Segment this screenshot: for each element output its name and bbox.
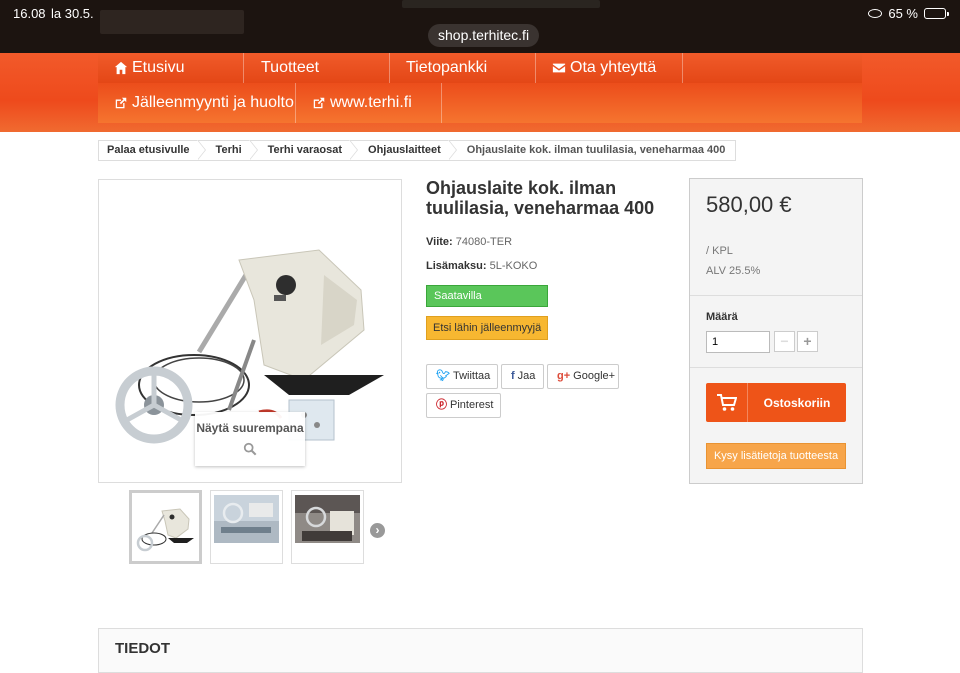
nav-label: Jälleenmyynti ja huolto [132,94,294,111]
thumbnail-3[interactable] [291,490,364,564]
thumbnail-1[interactable] [129,490,202,564]
site-logo-shadow [100,10,244,34]
twitter-share-label: Twiittaa [452,370,491,382]
nav-item-tietopankki[interactable]: Tietopankki [390,53,536,83]
reference-label: Viite: [426,236,453,248]
twitter-share-button[interactable]: 🐦︎ Twiittaa [426,364,498,389]
extra-charge-label: Lisämaksu: [426,260,487,272]
zoom-button[interactable]: Näytä suurempana [195,412,305,466]
price-unit: / KPL [706,245,733,257]
url-bar[interactable]: shop.terhitec.fi [428,24,540,47]
details-section: TIEDOT [98,628,863,673]
battery-percent: 65 % [888,6,918,21]
quantity-increase-button[interactable]: + [797,331,818,352]
product-extra-charge: Lisämaksu: 5L-KOKO [426,260,537,272]
thumbnail-2[interactable] [210,490,283,564]
main-nav-row-1: Etusivu Tuotteet Tietopankki Ota yhteytt… [98,53,862,83]
reference-value: 74080-TER [455,236,513,248]
breadcrumb-ohjauslaitteet[interactable]: Ohjauslaitteet [360,140,459,160]
nav-label: www.terhi.fi [330,94,412,111]
breadcrumb: Palaa etusivulle Terhi Terhi varaosat Oh… [98,140,737,161]
envelope-icon [552,63,566,73]
site-search-shadow [402,0,600,8]
battery-icon [924,8,949,19]
quantity-label: Määrä [706,311,738,323]
status-time: 16.08 [13,6,46,21]
nav-label: Etusivu [132,59,185,76]
pinterest-share-label: Pinterest [450,399,494,411]
google-plus-share-label: Google+ [573,370,616,382]
nav-item-www-terhi[interactable]: www.terhi.fi [296,83,442,123]
status-date: la 30.5. [51,6,94,21]
pinterest-share-button[interactable]: ⓟ Pinterest [426,393,501,418]
main-nav-row-2: Jälleenmyynti ja huolto www.terhi.fi [98,83,862,123]
find-dealer-button[interactable]: Etsi lähin jälleenmyyjä [426,316,548,340]
extra-charge-value: 5L-KOKO [489,260,538,272]
browser-top-bar: 16.08 la 30.5. 65 % shop.terhitec.fi [0,0,960,53]
nav-label: Ota yhteyttä [570,59,657,76]
google-plus-icon: g+ [557,370,571,382]
divider [690,367,862,368]
product-title: Ohjauslaite kok. ilman tuulilasia, veneh… [426,178,655,218]
vat-info: ALV 25.5% [706,265,761,277]
thumbnail-strip [129,490,364,564]
zoom-label: Näytä suurempana [196,421,304,435]
magnifier-icon [243,442,257,456]
status-indicators: 65 % [868,6,949,21]
facebook-share-label: Jaa [517,370,536,382]
breadcrumb-terhi[interactable]: Terhi [208,140,260,160]
nav-item-tuotteet[interactable]: Tuotteet [244,53,390,83]
add-to-cart-label: Ostoskoriin [763,395,831,410]
nav-label: Tuotteet [261,59,320,76]
nav-item-ota-yhteytta[interactable]: Ota yhteyttä [536,53,683,83]
thumbnail-image [295,495,360,543]
quantity-decrease-button[interactable]: − [774,331,795,352]
cart-icon [706,383,748,422]
eye-icon [868,9,883,18]
thumbnail-image [136,508,194,552]
buy-box: 580,00 € / KPL ALV 25.5% Määrä − + Ostos… [689,178,863,484]
external-link-icon [115,97,127,109]
add-to-cart-button[interactable]: Ostoskoriin [706,383,846,422]
breadcrumb-terhi-varaosat[interactable]: Terhi varaosat [260,140,360,160]
pinterest-icon: ⓟ [436,399,447,411]
product-price: 580,00 € [706,192,792,217]
nav-item-etusivu[interactable]: Etusivu [98,53,244,83]
google-plus-share-button[interactable]: g+ Google+ [547,364,619,389]
product-reference: Viite: 74080-TER [426,236,512,248]
product-main-image[interactable]: Näytä suurempana [98,179,402,483]
chevron-right-icon[interactable]: › [370,523,385,538]
nav-label: Tietopankki [406,59,488,76]
details-heading: TIEDOT [115,640,170,657]
breadcrumb-home[interactable]: Palaa etusivulle [99,140,208,160]
thumbnail-image [214,495,279,543]
breadcrumb-current: Ohjauslaite kok. ilman tuulilasia, veneh… [466,144,726,156]
divider [690,295,862,296]
quantity-input[interactable] [706,331,770,353]
twitter-icon: 🐦︎ [436,370,450,382]
availability-badge: Saatavilla [426,285,548,307]
facebook-icon: f [511,370,515,382]
external-link-icon [313,97,325,109]
facebook-share-button[interactable]: f Jaa [501,364,544,389]
ask-more-info-button[interactable]: Kysy lisätietoja tuotteesta [706,443,846,469]
home-icon [114,61,128,75]
nav-item-jalleenmyynti[interactable]: Jälleenmyynti ja huolto [98,83,296,123]
